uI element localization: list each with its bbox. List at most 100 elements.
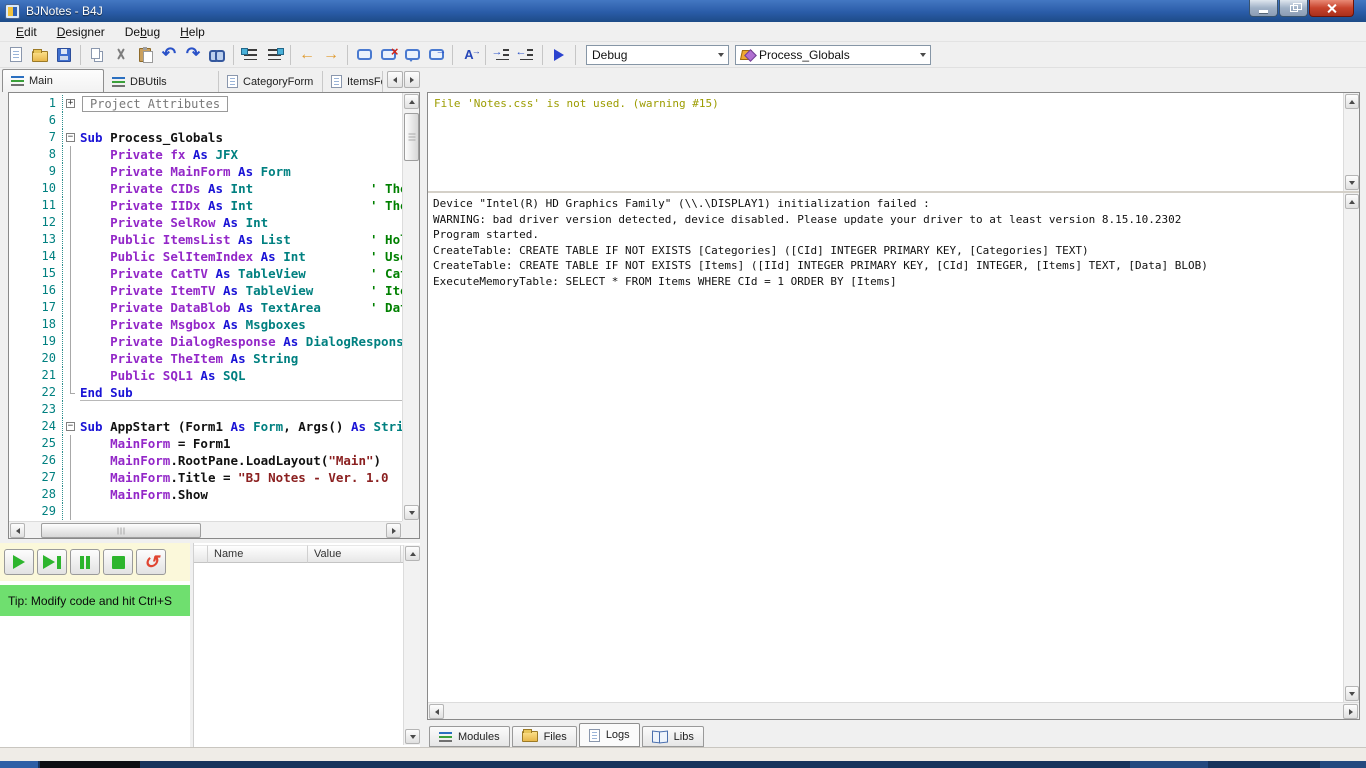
line-number: 21	[9, 367, 63, 384]
menu-item-edit[interactable]: Edit	[6, 23, 47, 41]
menu-item-designer[interactable]: Designer	[47, 23, 115, 41]
app-icon	[5, 3, 20, 19]
minimize-button[interactable]	[1249, 0, 1278, 17]
toolbar-outdent-button[interactable]	[514, 43, 538, 66]
scroll-down-button[interactable]	[1345, 175, 1359, 190]
restart-button[interactable]: ↺	[136, 549, 166, 575]
fold-toggle[interactable]: −	[66, 422, 75, 431]
scroll-left-button[interactable]	[429, 704, 444, 719]
toolbar-open-file-button[interactable]	[28, 43, 52, 66]
module-tab-itemsfo[interactable]: ItemsFo	[323, 71, 383, 92]
scroll-down-button[interactable]	[405, 729, 420, 744]
toolbar-back-button[interactable]	[295, 43, 319, 66]
step-button[interactable]	[37, 549, 67, 575]
toolbar-new-file-button[interactable]	[4, 43, 28, 66]
scroll-down-button[interactable]	[404, 505, 419, 520]
code-line: 21 Public SQL1 As SQL	[9, 367, 402, 384]
watch-col-value[interactable]: Value	[308, 545, 401, 563]
resume-button[interactable]	[4, 549, 34, 575]
scroll-left-button[interactable]	[10, 523, 25, 538]
tab-scroll-right-button[interactable]	[404, 71, 420, 88]
taskbar-app-button[interactable]	[40, 761, 140, 768]
scroll-down-button[interactable]	[1345, 686, 1359, 701]
restore-button[interactable]	[1279, 0, 1308, 17]
stop-button[interactable]	[103, 549, 133, 575]
toolbar-run-button[interactable]	[547, 43, 571, 66]
resume-icon	[13, 555, 25, 569]
menu-item-debug[interactable]: Debug	[115, 23, 170, 41]
tab-files[interactable]: Files	[511, 726, 577, 747]
toolbar-cut-button[interactable]	[109, 43, 133, 66]
taskbar-start-button[interactable]	[0, 761, 38, 768]
code-line: 9 Private MainForm As Form	[9, 163, 402, 180]
taskbar-item[interactable]	[1130, 761, 1208, 768]
build-mode-select[interactable]: Debug	[586, 44, 729, 65]
build-mode-value: Debug	[592, 47, 628, 62]
code-line: 20 Private TheItem As String	[9, 350, 402, 367]
files-icon	[521, 729, 538, 742]
warnings-pane[interactable]: File 'Notes.css' is not used. (warning #…	[428, 93, 1359, 191]
fold-toggle[interactable]: −	[66, 133, 75, 142]
vertical-splitter[interactable]	[420, 92, 427, 747]
watch-panel[interactable]: Name Value	[193, 543, 420, 747]
scroll-up-button[interactable]	[1345, 194, 1359, 209]
toolbar-note-delete-button[interactable]	[376, 43, 400, 66]
code-line: 29	[9, 503, 402, 520]
select-word-icon	[464, 46, 481, 62]
scrollbar-thumb[interactable]	[404, 113, 419, 161]
collapsed-region[interactable]: Project Attributes	[82, 96, 229, 112]
pause-button[interactable]	[70, 549, 100, 575]
log-line: Device "Intel(R) HD Graphics Family" (\\…	[433, 197, 930, 210]
code-line: 10 Private CIDs As Int' The	[9, 180, 402, 197]
fold-toggle[interactable]: +	[66, 99, 75, 108]
quick-jump-select[interactable]: Process_Globals	[735, 44, 931, 65]
scroll-right-button[interactable]	[386, 523, 401, 538]
toolbar-paste-button[interactable]	[133, 43, 157, 66]
close-button[interactable]	[1309, 0, 1354, 17]
toolbar-save-button[interactable]	[52, 43, 76, 66]
module-tab-dbutils[interactable]: DBUtils	[104, 71, 219, 92]
code-editor[interactable]: 1 + Project Attributes 6 7− Sub Process_Globa…	[8, 92, 420, 539]
toolbar-copy-button[interactable]	[85, 43, 109, 66]
log-vscrollbar[interactable]	[1343, 193, 1359, 702]
toolbar-note-next-button[interactable]	[424, 43, 448, 66]
tab-logs[interactable]: Logs	[578, 723, 640, 747]
toolbar-find-button[interactable]	[205, 43, 229, 66]
scroll-up-button[interactable]	[1345, 94, 1359, 109]
module-tab-main[interactable]: Main	[2, 69, 104, 92]
tab-modules[interactable]: Modules	[429, 726, 510, 747]
log-hscrollbar[interactable]	[428, 702, 1359, 719]
new-file-icon	[10, 47, 22, 62]
note-new-icon	[356, 49, 372, 60]
code-line: 6	[9, 112, 402, 129]
toolbar-select-word-button[interactable]	[457, 43, 481, 66]
toolbar-separator	[485, 44, 486, 65]
toolbar-indent-button[interactable]	[490, 43, 514, 66]
toolbar-note-prev-button[interactable]	[400, 43, 424, 66]
editor-hscrollbar[interactable]	[9, 521, 402, 538]
watch-col-name[interactable]: Name	[208, 545, 308, 563]
taskbar-tray[interactable]	[1320, 761, 1366, 768]
log-output-pane[interactable]: Device "Intel(R) HD Graphics Family" (\\…	[428, 193, 1359, 702]
menu-item-help[interactable]: Help	[170, 23, 215, 41]
scroll-up-button[interactable]	[405, 546, 420, 561]
toolbar-uncomment-button[interactable]	[262, 43, 286, 66]
scrollbar-thumb[interactable]	[41, 523, 201, 538]
module-tab-categoryform[interactable]: CategoryForm	[219, 71, 323, 92]
toolbar-forward-button[interactable]	[319, 43, 343, 66]
warnings-vscrollbar[interactable]	[1343, 93, 1359, 191]
code-lines[interactable]: 1 + Project Attributes 6 7− Sub Process_Globa…	[9, 93, 402, 521]
watch-vscrollbar[interactable]	[403, 545, 420, 745]
scroll-up-button[interactable]	[404, 94, 419, 109]
toolbar-comment-button[interactable]	[238, 43, 262, 66]
undo-icon	[162, 47, 176, 62]
line-number: 25	[9, 435, 63, 452]
tab-libs[interactable]: Libs	[641, 726, 704, 747]
window-title: BJNotes - B4J	[26, 4, 103, 18]
toolbar-undo-button[interactable]	[157, 43, 181, 66]
toolbar-redo-button[interactable]	[181, 43, 205, 66]
scroll-right-button[interactable]	[1343, 704, 1358, 719]
tab-scroll-left-button[interactable]	[387, 71, 403, 88]
editor-vscrollbar[interactable]	[402, 93, 419, 521]
toolbar-note-new-button[interactable]	[352, 43, 376, 66]
